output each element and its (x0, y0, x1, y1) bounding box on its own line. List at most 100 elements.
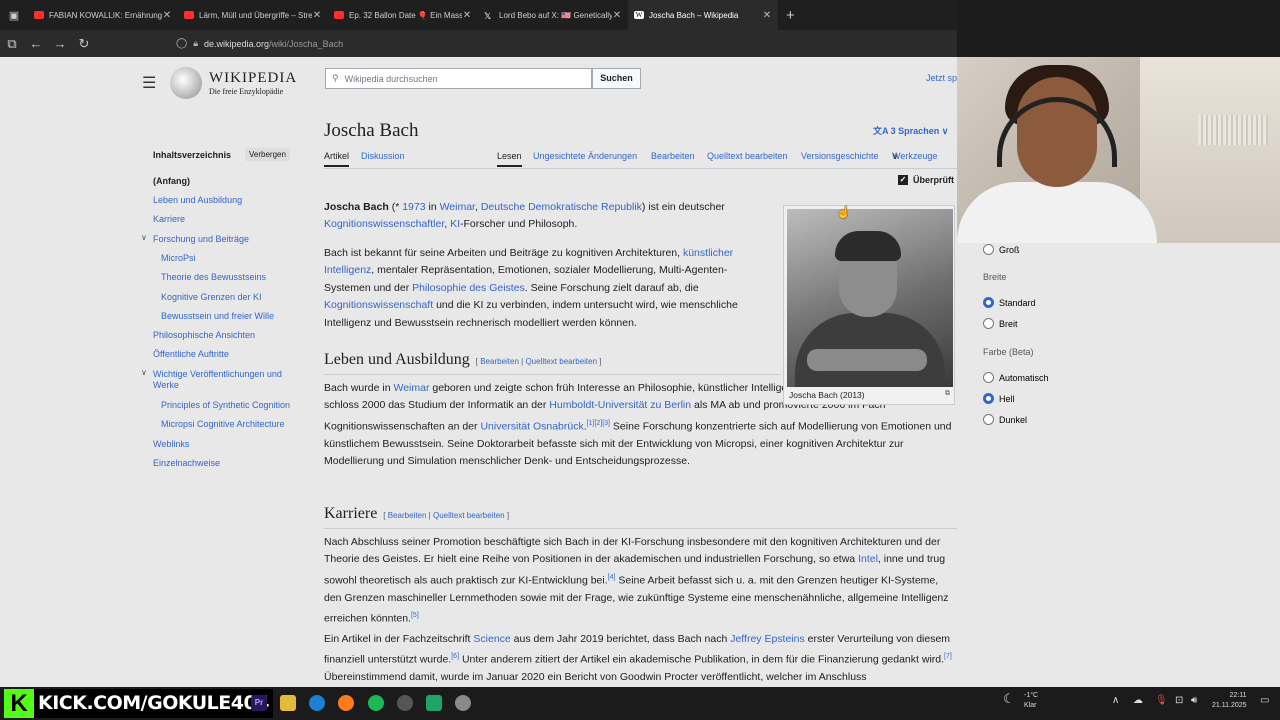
infobox: Joscha Bach (2013) ⧉ (783, 205, 955, 405)
toc-item[interactable]: (Anfang) (153, 176, 190, 186)
radio-icon (983, 297, 994, 308)
radio-automatisch[interactable]: Automatisch (983, 372, 1049, 383)
translate-icon: 文A (873, 126, 891, 136)
radio-hell[interactable]: Hell (983, 393, 1015, 404)
youtube-icon (34, 11, 44, 19)
spotify-icon[interactable] (368, 695, 384, 711)
toc-item[interactable]: Einzelnachweise (153, 458, 220, 468)
language-button[interactable]: 文A 3 Sprachen ∨ (873, 124, 948, 137)
toc-item[interactable]: Leben und Ausbildung (153, 195, 242, 205)
chevron-down-icon[interactable]: ∨ (141, 368, 147, 377)
settings-icon[interactable] (455, 695, 471, 711)
checked-badge[interactable]: ✓ Überprüft (898, 175, 954, 185)
wikipedia-page: ☰ WIKIPEDIA Die freie Enzyklopädie ⚲ Wik… (0, 57, 957, 687)
tab-actions-icon[interactable]: ▣ (0, 9, 28, 22)
radio-icon (983, 372, 994, 383)
file-explorer-icon[interactable] (280, 695, 296, 711)
toc-title: Inhaltsverzeichnis (153, 150, 232, 160)
url-field[interactable]: ◯ 🔒︎ de.wikipedia.org/wiki/Joscha_Bach (176, 38, 343, 49)
tab-ungesichtete[interactable]: Ungesichtete Änderungen (533, 151, 637, 161)
browser-tab[interactable]: Ep. 32 Ballon Date 🎈 Ein Massi ✕ (328, 0, 478, 30)
weather-widget[interactable]: -1°C Klar (1024, 691, 1038, 711)
back-icon[interactable]: ← (24, 36, 48, 51)
enlarge-icon[interactable]: ⧉ (945, 390, 950, 398)
url-host: de.wikipedia.org (204, 38, 270, 49)
close-icon[interactable]: ✕ (762, 10, 772, 21)
toc-item[interactable]: Werke (153, 380, 179, 390)
volume-icon[interactable]: 🔊︎ (1191, 696, 1197, 706)
toc-item[interactable]: Forschung und Beiträge (153, 234, 249, 244)
portrait-image[interactable] (787, 209, 953, 387)
toc-item[interactable]: MicroPsi (161, 253, 196, 263)
premiere-icon[interactable]: Pr (251, 695, 267, 711)
forward-icon[interactable]: → (48, 36, 72, 51)
tab-quelltext[interactable]: Quelltext bearbeiten (707, 151, 788, 161)
close-icon[interactable]: ✕ (612, 10, 622, 21)
browser-tab[interactable]: Lärm, Müll und Übergriffe – Stre ✕ (178, 0, 328, 30)
image-caption: Joscha Bach (2013) (789, 390, 865, 400)
toc-item[interactable]: Theorie des Bewusstseins (161, 272, 266, 282)
chevron-down-icon[interactable]: ∨ (141, 233, 147, 242)
cloud-icon[interactable]: ☁ (1133, 696, 1143, 706)
notification-icon[interactable]: ▭ (1260, 696, 1269, 706)
radio-breit[interactable]: Breit (983, 318, 1018, 329)
tracking-shield-icon[interactable]: ◯ (176, 38, 187, 49)
toc-hide-button[interactable]: Verbergen (245, 148, 290, 161)
wikipedia-logo[interactable]: WIKIPEDIA Die freie Enzyklopädie (209, 70, 297, 96)
tab-bearbeiten[interactable]: Bearbeiten (651, 151, 695, 161)
toc-item[interactable]: Öffentliche Auftritte (153, 349, 229, 359)
toc-item[interactable]: Bewusstsein und freier Wille (161, 311, 274, 321)
browser-tab-active[interactable]: W Joscha Bach – Wikipedia ✕ (628, 0, 778, 30)
body-paragraph: Bach ist bekannt für seine Arbeiten und … (324, 247, 738, 329)
tab-diskussion[interactable]: Diskussion (361, 151, 405, 161)
hand-cursor-icon: ☝ (836, 205, 851, 219)
search-button[interactable]: Suchen (592, 68, 641, 89)
url-path: /wiki/Joscha_Bach (269, 38, 344, 49)
clock[interactable]: 22:11 21.11.2025 (1212, 691, 1247, 711)
kick-overlay: K KICK.COM/GOKULE404 (4, 689, 273, 718)
lock-icon[interactable]: 🔒︎ (193, 38, 198, 49)
body-paragraph: Nach Abschluss seiner Promotion beschäft… (324, 536, 949, 625)
color-heading: Farbe (Beta) (983, 347, 1034, 357)
firefox-icon[interactable] (338, 695, 354, 711)
search-placeholder: Wikipedia durchsuchen (344, 73, 438, 84)
tab-versionsgeschichte[interactable]: Versionsgeschichte (801, 151, 879, 161)
youtube-icon (184, 11, 194, 19)
network-icon[interactable]: ⊡ (1175, 696, 1183, 706)
moon-icon: ☾ (1003, 691, 1015, 706)
close-icon[interactable]: ✕ (162, 10, 172, 21)
tab-bar: ▣ FABIAN KOWALLIK: Ernährungs ✕ Lärm, Mül… (0, 0, 957, 30)
radio-dunkel[interactable]: Dunkel (983, 414, 1027, 425)
menu-icon[interactable]: ☰ (142, 73, 170, 93)
radio-gross[interactable]: Groß (983, 244, 1020, 255)
toc-item[interactable]: Wichtige Veröffentlichungen und (153, 369, 282, 379)
obs-icon[interactable] (397, 695, 413, 711)
close-icon[interactable]: ✕ (462, 10, 472, 21)
toc-item[interactable]: Principles of Synthetic Cognition (161, 400, 290, 410)
chevron-up-icon[interactable]: ∧ (1112, 696, 1119, 706)
donate-link[interactable]: Jetzt sp (926, 73, 957, 83)
toc-item[interactable]: Weblinks (153, 439, 189, 449)
toc-item[interactable]: Karriere (153, 214, 185, 224)
tab-lesen[interactable]: Lesen (497, 151, 522, 167)
wikipedia-icon: W (634, 11, 644, 19)
toc-item[interactable]: Micropsi Cognitive Architecture (161, 419, 285, 429)
radio-standard[interactable]: Standard (983, 297, 1036, 308)
microphone-icon[interactable]: 🎙︎ (1155, 696, 1168, 706)
tab-artikel[interactable]: Artikel (324, 151, 350, 167)
new-tab-button[interactable]: + (786, 7, 795, 24)
webcam-overlay (957, 57, 1280, 243)
app-icon[interactable] (426, 695, 442, 711)
edge-icon[interactable] (309, 695, 325, 711)
tools-dropdown[interactable]: Werkzeuge ∨ (892, 151, 937, 162)
browser-tab[interactable]: FABIAN KOWALLIK: Ernährungs ✕ (28, 0, 178, 30)
toc-item[interactable]: Philosophische Ansichten (153, 330, 255, 340)
reload-icon[interactable]: ↻ (72, 36, 96, 52)
search-input[interactable]: ⚲ Wikipedia durchsuchen (325, 68, 592, 89)
sidebar-toggle-icon[interactable]: ⧉ (0, 36, 24, 52)
browser-tab[interactable]: 𝕏 Lord Bebo auf X: 🇺🇸 Genetically ✕ (478, 0, 628, 30)
radio-icon (983, 244, 994, 255)
close-icon[interactable]: ✕ (312, 10, 322, 21)
wikipedia-globe-icon[interactable] (170, 67, 202, 99)
toc-item[interactable]: Kognitive Grenzen der KI (161, 292, 262, 302)
